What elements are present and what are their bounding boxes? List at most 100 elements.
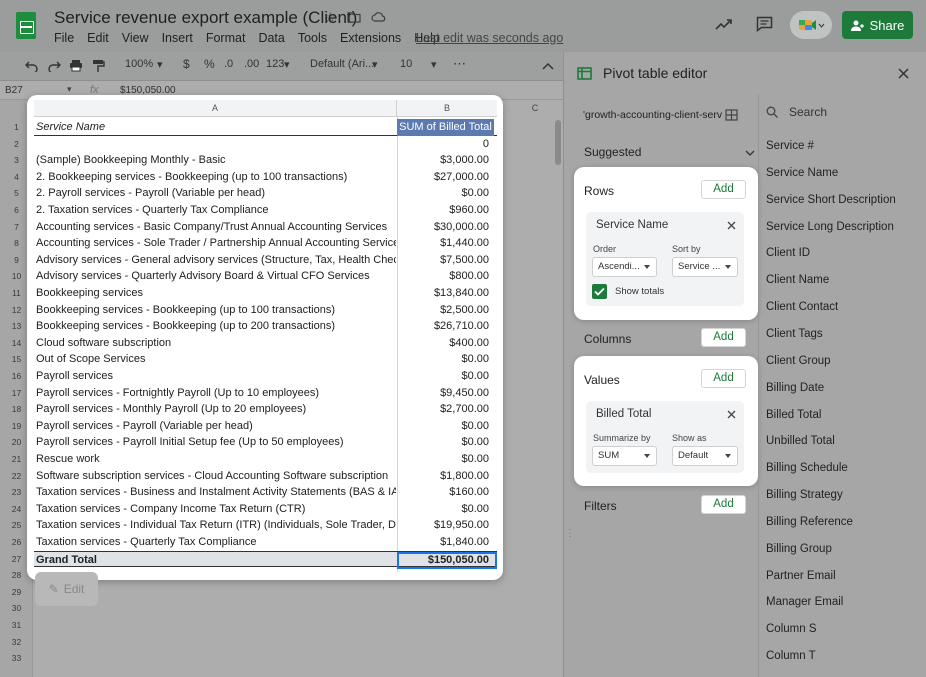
field-item[interactable]: Billing Reference — [766, 516, 853, 528]
field-item[interactable]: Service # — [766, 140, 814, 152]
field-item[interactable]: Client Name — [766, 274, 829, 286]
service-name-cell[interactable]: 2. Bookkeeping services - Bookkeeping (u… — [36, 169, 396, 186]
order-select[interactable]: Ascendi... — [592, 257, 657, 277]
currency-format-button[interactable]: $ — [183, 57, 190, 71]
select-range-icon[interactable] — [725, 109, 738, 121]
billed-total-cell[interactable]: $30,000.00 — [398, 219, 493, 236]
row-number[interactable]: 33 — [0, 653, 33, 663]
field-item[interactable]: Client Tags — [766, 328, 823, 340]
field-item[interactable]: Billing Strategy — [766, 489, 843, 501]
service-name-cell[interactable]: Payroll services - Fortnightly Payroll (… — [36, 385, 396, 402]
service-name-cell[interactable]: Taxation services - Quarterly Tax Compli… — [36, 534, 396, 551]
billed-total-cell[interactable]: $7,500.00 — [398, 252, 493, 269]
field-search-input[interactable]: Search — [789, 105, 827, 119]
font-select[interactable]: Default (Ari... — [310, 58, 374, 70]
billed-total-cell[interactable]: $160.00 — [398, 484, 493, 501]
billed-total-cell[interactable]: $800.00 — [398, 268, 493, 285]
document-title[interactable]: Service revenue export example (Client) — [54, 8, 357, 28]
service-name-cell[interactable]: Cloud software subscription — [36, 335, 396, 352]
service-name-cell[interactable]: 2. Payroll services - Payroll (Variable … — [36, 185, 396, 202]
service-name-cell[interactable]: Taxation services - Company Income Tax R… — [36, 501, 396, 518]
last-edit-link[interactable]: Last edit was seconds ago — [416, 31, 563, 45]
service-name-cell[interactable]: Taxation services - Individual Tax Retur… — [36, 517, 396, 534]
show-as-select[interactable]: Default — [672, 446, 738, 466]
suggested-label[interactable]: Suggested — [584, 145, 641, 159]
collapse-toolbar-icon[interactable] — [542, 62, 554, 70]
billed-total-cell[interactable]: $2,500.00 — [398, 302, 493, 319]
billed-total-cell[interactable]: $0.00 — [398, 418, 493, 435]
column-header-b[interactable]: B — [397, 100, 497, 117]
redo-icon[interactable] — [47, 60, 61, 72]
billed-total-cell[interactable]: $13,840.00 — [398, 285, 493, 302]
service-name-cell[interactable]: Payroll services - Payroll (Variable per… — [36, 418, 396, 435]
field-item[interactable]: Client Contact — [766, 301, 838, 313]
move-folder-icon[interactable] — [347, 11, 361, 23]
menu-tools[interactable]: Tools — [298, 31, 327, 45]
service-name-cell[interactable]: Bookkeeping services — [36, 285, 396, 302]
undo-icon[interactable] — [25, 60, 39, 72]
field-item[interactable]: Column T — [766, 650, 816, 662]
billed-total-cell[interactable]: 0 — [398, 136, 493, 153]
columns-add-button[interactable]: Add — [701, 328, 746, 347]
star-icon[interactable]: ☆ — [324, 9, 337, 26]
billed-total-cell[interactable]: $26,710.00 — [398, 318, 493, 335]
sort-by-select[interactable]: Service ... — [672, 257, 738, 277]
row-number[interactable]: 31 — [0, 620, 33, 630]
font-size-chevron-icon[interactable]: ▾ — [431, 58, 437, 71]
field-item[interactable]: Service Short Description — [766, 194, 896, 206]
cloud-status-icon[interactable] — [371, 11, 387, 23]
show-totals-checkbox[interactable] — [592, 284, 607, 299]
billed-total-cell[interactable]: $960.00 — [398, 202, 493, 219]
name-box-chevron-icon[interactable]: ▾ — [67, 84, 72, 95]
service-name-cell[interactable]: Bookkeeping services - Bookkeeping (up t… — [36, 318, 396, 335]
increase-decimal-button[interactable]: .00 — [244, 58, 259, 70]
share-button[interactable]: Share — [842, 11, 913, 39]
field-item[interactable]: Billing Date — [766, 382, 824, 394]
header-cell[interactable]: SUM of Billed Total — [397, 119, 494, 136]
column-header-a[interactable]: A — [34, 100, 397, 117]
billed-total-cell[interactable]: $0.00 — [398, 185, 493, 202]
column-header-c[interactable]: C — [500, 100, 570, 117]
number-format-button[interactable]: 123 — [266, 58, 284, 70]
field-item[interactable]: Partner Email — [766, 570, 836, 582]
close-icon[interactable] — [898, 68, 909, 79]
field-item[interactable]: Billing Group — [766, 543, 832, 555]
header-cell[interactable]: Service Name — [36, 119, 396, 136]
zoom-chevron-icon[interactable]: ▾ — [157, 58, 163, 71]
service-name-cell[interactable]: Payroll services - Monthly Payroll (Up t… — [36, 401, 396, 418]
billed-total-cell[interactable]: $400.00 — [398, 335, 493, 352]
service-name-cell[interactable]: Taxation services - Business and Instalm… — [36, 484, 396, 501]
filters-add-button[interactable]: Add — [701, 495, 746, 514]
field-item[interactable]: Client Group — [766, 355, 831, 367]
billed-total-cell[interactable]: $1,840.00 — [398, 534, 493, 551]
service-name-cell[interactable]: Accounting services - Basic Company/Trus… — [36, 219, 396, 236]
menu-edit[interactable]: Edit — [87, 31, 109, 45]
menu-format[interactable]: Format — [206, 31, 246, 45]
service-name-cell[interactable]: Rescue work — [36, 451, 396, 468]
number-format-chevron-icon[interactable]: ▾ — [284, 58, 290, 71]
grand-total-label[interactable]: Grand Total — [36, 552, 396, 569]
billed-total-cell[interactable]: $1,440.00 — [398, 235, 493, 252]
field-item[interactable]: Manager Email — [766, 596, 843, 608]
field-item[interactable]: Unbilled Total — [766, 435, 835, 447]
service-name-cell[interactable]: Bookkeeping services - Bookkeeping (up t… — [36, 302, 396, 319]
vertical-scrollbar[interactable] — [555, 120, 561, 165]
row-number[interactable]: 30 — [0, 603, 33, 613]
data-range[interactable]: 'growth-accounting-client-serv — [583, 109, 722, 121]
service-name-cell[interactable]: Accounting services - Sole Trader / Part… — [36, 235, 396, 252]
billed-total-cell[interactable]: $0.00 — [398, 451, 493, 468]
billed-total-cell[interactable]: $9,450.00 — [398, 385, 493, 402]
row-number[interactable]: 32 — [0, 637, 33, 647]
menu-file[interactable]: File — [54, 31, 74, 45]
billed-total-cell[interactable]: $0.00 — [398, 501, 493, 518]
remove-row-field-icon[interactable] — [727, 221, 736, 230]
meet-button[interactable] — [790, 11, 832, 39]
remove-value-field-icon[interactable] — [727, 410, 736, 419]
service-name-cell[interactable]: Payroll services - Payroll Initial Setup… — [36, 434, 396, 451]
billed-total-cell[interactable]: $0.00 — [398, 368, 493, 385]
zoom-select[interactable]: 100% — [125, 58, 153, 70]
sheets-logo-icon[interactable] — [16, 12, 36, 39]
menu-insert[interactable]: Insert — [162, 31, 193, 45]
decrease-decimal-button[interactable]: .0 — [224, 58, 233, 70]
trend-icon[interactable] — [715, 17, 733, 31]
